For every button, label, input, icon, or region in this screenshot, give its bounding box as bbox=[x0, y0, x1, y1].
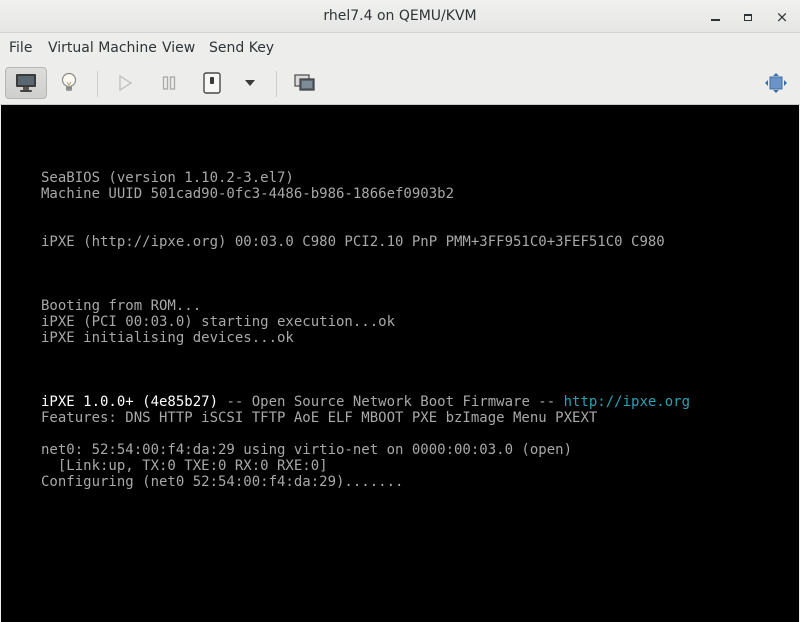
seabios-version-line: SeaBIOS (version 1.10.2-3.el7) bbox=[41, 170, 294, 186]
pause-icon bbox=[162, 76, 176, 90]
toolbar bbox=[0, 63, 800, 105]
ipxe-init-line: iPXE initialising devices...ok bbox=[41, 330, 294, 346]
virt-manager-window: rhel7.4 on QEMU/KVM × File Virtual Machi… bbox=[0, 0, 800, 622]
pause-button[interactable] bbox=[151, 67, 187, 99]
configuring-line: Configuring (net0 52:54:00:f4:da:29)....… bbox=[41, 474, 404, 490]
lightbulb-icon bbox=[61, 72, 77, 91]
shutdown-button[interactable] bbox=[194, 67, 230, 99]
features-line: Features: DNS HTTP iSCSI TFTP AoE ELF MB… bbox=[41, 410, 598, 426]
vm-console[interactable]: SeaBIOS (version 1.10.2-3.el7) Machine U… bbox=[1, 105, 799, 622]
window-title: rhel7.4 on QEMU/KVM bbox=[323, 8, 477, 24]
monitor-icon bbox=[16, 74, 36, 92]
ipxe-version-text: iPXE 1.0.0+ (4e85b27) bbox=[41, 394, 219, 410]
link-status-line: [Link:up, TX:0 TXE:0 RX:0 RXE:0] bbox=[41, 458, 328, 474]
booting-rom-line: Booting from ROM... bbox=[41, 298, 202, 314]
close-icon: × bbox=[775, 8, 789, 26]
net0-line: net0: 52:54:00:f4:da:29 using virtio-net… bbox=[41, 442, 573, 458]
details-view-button[interactable] bbox=[51, 67, 87, 99]
machine-uuid-line: Machine UUID 501cad90-0fc3-4486-b986-186… bbox=[41, 186, 455, 202]
maximize-icon bbox=[744, 14, 752, 21]
toolbar-separator bbox=[97, 71, 98, 97]
ipxe-url-text: http://ipxe.org bbox=[563, 394, 691, 410]
minimize-button[interactable] bbox=[704, 6, 726, 28]
menu-virtual-machine[interactable]: Virtual Machine bbox=[48, 33, 157, 63]
shutdown-menu-button[interactable] bbox=[235, 67, 265, 99]
snapshots-icon bbox=[294, 74, 315, 91]
menu-file[interactable]: File bbox=[9, 33, 32, 63]
run-button[interactable] bbox=[107, 67, 143, 99]
menu-send-key[interactable]: Send Key bbox=[209, 33, 274, 63]
toolbar-separator bbox=[276, 71, 277, 97]
power-icon bbox=[203, 72, 221, 94]
menu-bar: File Virtual Machine View Send Key bbox=[0, 33, 800, 63]
menu-view[interactable]: View bbox=[162, 33, 195, 63]
console-view-button[interactable] bbox=[5, 67, 47, 99]
ipxe-execution-line: iPXE (PCI 00:03.0) starting execution...… bbox=[41, 314, 396, 330]
fullscreen-icon bbox=[765, 73, 787, 93]
dropdown-arrow-icon bbox=[245, 80, 255, 86]
fullscreen-button[interactable] bbox=[758, 67, 794, 99]
title-bar[interactable]: rhel7.4 on QEMU/KVM × bbox=[0, 0, 800, 33]
ipxe-tagline-text: -- Open Source Network Boot Firmware -- bbox=[218, 394, 564, 410]
play-icon bbox=[119, 74, 133, 92]
maximize-button[interactable] bbox=[737, 6, 759, 28]
ipxe-pci-line: iPXE (http://ipxe.org) 00:03.0 C980 PCI2… bbox=[41, 234, 665, 250]
minimize-icon bbox=[710, 19, 720, 21]
ipxe-version-line: iPXE 1.0.0+ (4e85b27) -- Open Source Net… bbox=[41, 394, 690, 410]
snapshots-button[interactable] bbox=[287, 67, 323, 99]
close-button[interactable]: × bbox=[771, 6, 793, 28]
